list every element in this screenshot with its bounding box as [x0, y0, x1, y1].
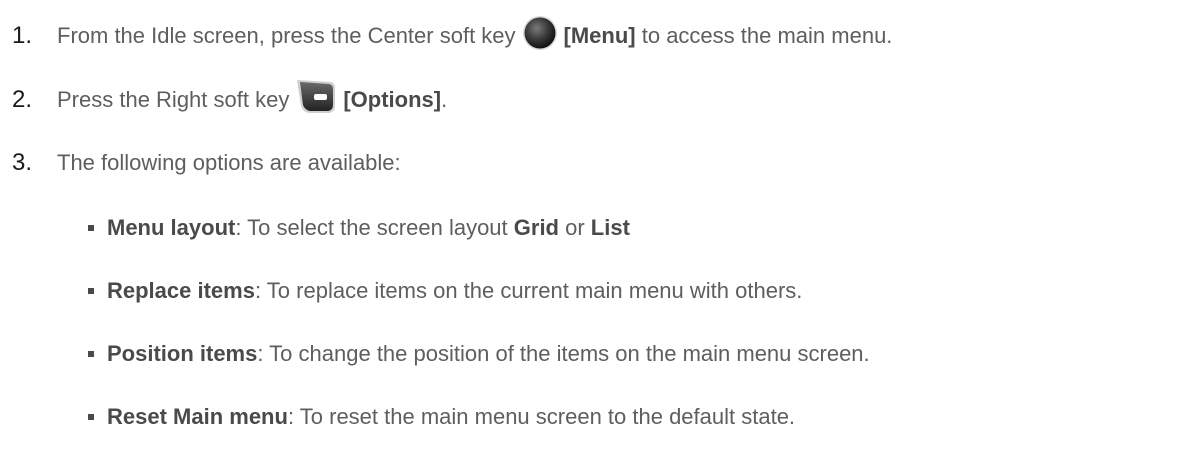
step-text-after: . — [441, 87, 448, 112]
option-text: Replace items: To replace items on the c… — [107, 278, 802, 304]
step-text-before: Press the Right soft key — [57, 87, 290, 112]
center-soft-key-icon — [522, 15, 558, 57]
option-term: Position items — [107, 341, 258, 366]
step-number: 2. — [12, 86, 33, 113]
bullet-icon — [88, 414, 94, 420]
option-choice-grid: Grid — [513, 215, 559, 240]
option-choice-list: List — [590, 215, 630, 240]
option-term: Menu layout — [107, 215, 236, 240]
menu-key-label: [Menu] — [563, 23, 636, 48]
instructions-page: 1. From the Idle screen, press the Cente… — [0, 0, 1182, 467]
step-number: 3. — [12, 149, 33, 176]
option-term: Replace items — [107, 278, 255, 303]
step-number: 1. — [12, 22, 33, 49]
step-text: Press the Right soft key [Options] . — [57, 78, 447, 122]
option-term: Reset Main menu — [107, 404, 288, 429]
option-desc: : To change the position of the items on… — [257, 341, 870, 366]
option-desc: : To select the screen layout — [235, 215, 514, 240]
bullet-icon — [88, 225, 94, 231]
bullet-icon — [88, 351, 94, 357]
option-connector: or — [559, 215, 591, 240]
option-text: Reset Main menu: To reset the main menu … — [107, 404, 795, 430]
option-desc: : To replace items on the current main m… — [254, 278, 803, 303]
bullet-icon — [88, 288, 94, 294]
option-text: Position items: To change the position o… — [107, 341, 870, 367]
step-text-before: From the Idle screen, press the Center s… — [57, 23, 516, 48]
option-text: Menu layout: To select the screen layout… — [107, 215, 630, 241]
step-text: The following options are available: — [57, 150, 401, 175]
step-text: From the Idle screen, press the Center s… — [57, 15, 892, 57]
right-soft-key-icon — [295, 78, 337, 122]
option-desc: : To reset the main menu screen to the d… — [287, 404, 796, 429]
step-text-after: to access the main menu. — [635, 23, 893, 48]
options-key-label: [Options] — [343, 87, 442, 112]
